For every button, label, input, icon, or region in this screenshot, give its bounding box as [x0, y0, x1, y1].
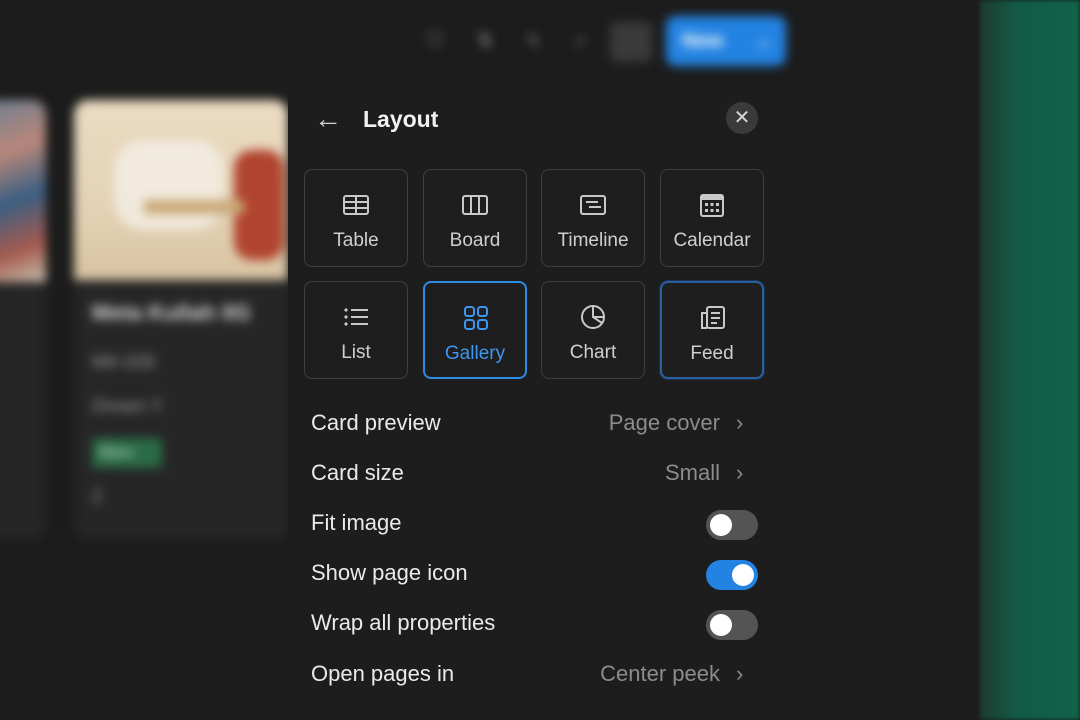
setting-value: Center peek	[600, 661, 720, 686]
layout-option-board[interactable]: Board	[423, 169, 527, 267]
list-icon	[344, 308, 368, 326]
gallery-card[interactable]	[0, 100, 46, 540]
layout-option-label: Feed	[690, 343, 734, 364]
gallery-card[interactable]: Meta Kullah 0G MK-026 Dream Y Baru 2	[74, 100, 288, 540]
setting-label: Fit image	[311, 510, 402, 535]
card-status-tag: Baru	[92, 438, 162, 468]
new-button-label: New	[682, 30, 724, 52]
calendar-icon	[700, 194, 724, 217]
layout-option-gallery[interactable]: Gallery	[423, 281, 527, 379]
layout-option-label: Table	[333, 230, 379, 251]
card-cover-image	[0, 100, 46, 282]
layout-option-label: Gallery	[444, 343, 506, 364]
card-property: Dream Y	[92, 396, 163, 416]
setting-show-page-icon: Show page icon	[288, 550, 778, 598]
chevron-right-icon: ›	[736, 460, 744, 485]
gallery-icon	[464, 306, 488, 330]
table-icon	[343, 195, 369, 215]
layout-option-label: Chart	[569, 342, 617, 363]
setting-label: Card preview	[311, 410, 441, 435]
sort-icon[interactable]: ⇅	[474, 30, 496, 52]
layout-option-label: Board	[449, 230, 501, 251]
panel-header: ← Layout ✕	[288, 82, 778, 158]
setting-label: Card size	[311, 460, 404, 485]
arrow-left-icon[interactable]: ←	[312, 104, 344, 136]
layout-options: Table Board Timeline Calendar List Galle…	[304, 169, 766, 381]
layout-option-table[interactable]: Table	[304, 169, 408, 267]
layout-option-label: Timeline	[557, 230, 629, 251]
setting-value: Small	[664, 460, 720, 485]
chevron-right-icon: ›	[736, 661, 744, 686]
panel-title: Layout	[363, 106, 439, 132]
layout-option-list[interactable]: List	[304, 281, 408, 379]
setting-card-size[interactable]: Card size Small ›	[288, 450, 778, 498]
chart-icon	[581, 305, 605, 329]
setting-value: Page cover	[608, 410, 720, 435]
settings-icon[interactable]	[610, 22, 652, 62]
layout-option-timeline[interactable]: Timeline	[541, 169, 645, 267]
setting-wrap-all-properties: Wrap all properties	[288, 600, 778, 648]
lightning-icon[interactable]: ϟ	[522, 30, 544, 52]
close-icon[interactable]: ✕	[726, 102, 758, 134]
layout-option-calendar[interactable]: Calendar	[660, 169, 764, 267]
layout-option-label: List	[341, 342, 371, 363]
setting-card-preview[interactable]: Card preview Page cover ›	[288, 400, 778, 448]
database-toolbar: ⛉ ⇅ ϟ ⌕ New ⌄	[410, 14, 790, 70]
search-icon[interactable]: ⌕	[570, 30, 592, 52]
layout-option-chart[interactable]: Chart	[541, 281, 645, 379]
layout-option-label: Calendar	[673, 230, 751, 251]
desktop-background	[980, 0, 1080, 720]
setting-label: Wrap all properties	[311, 610, 496, 635]
layout-panel: ← Layout ✕ Table Board Timeline Calendar…	[288, 82, 778, 720]
fit-image-toggle[interactable]	[706, 510, 758, 540]
show-page-icon-toggle[interactable]	[706, 560, 758, 590]
card-property: 2	[92, 486, 103, 506]
layout-option-feed[interactable]: Feed	[660, 281, 764, 379]
feed-icon	[701, 306, 725, 329]
timeline-icon	[580, 195, 606, 215]
chevron-down-icon[interactable]: ⌄	[755, 16, 772, 66]
board-icon	[462, 195, 488, 215]
chevron-right-icon: ›	[736, 410, 744, 435]
card-cover-image	[74, 100, 288, 280]
setting-label: Show page icon	[311, 560, 468, 585]
card-property: MK-026	[92, 352, 156, 372]
setting-open-pages-in[interactable]: Open pages in Center peek ›	[288, 651, 778, 699]
wrap-properties-toggle[interactable]	[706, 610, 758, 640]
new-button[interactable]: New ⌄	[666, 16, 786, 66]
setting-label: Open pages in	[311, 661, 455, 686]
card-title: Meta Kullah 0G	[92, 300, 251, 325]
filter-icon[interactable]: ⛉	[424, 30, 446, 52]
setting-fit-image: Fit image	[288, 500, 778, 548]
